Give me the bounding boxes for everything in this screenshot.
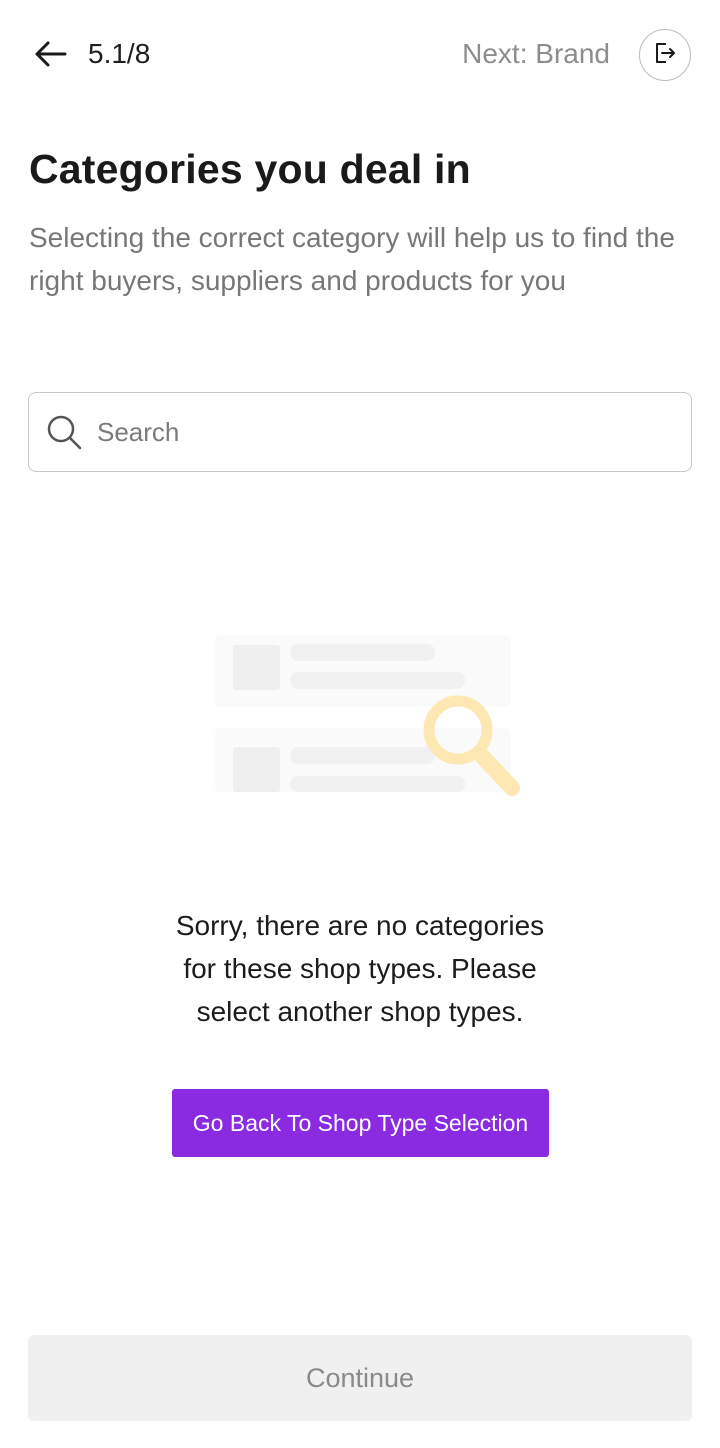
- go-back-to-shop-type-button[interactable]: Go Back To Shop Type Selection: [172, 1089, 549, 1157]
- exit-button[interactable]: [639, 29, 691, 81]
- search-icon: [45, 413, 83, 451]
- search-box[interactable]: [28, 392, 692, 472]
- continue-button[interactable]: Continue: [28, 1335, 692, 1421]
- exit-icon: [652, 40, 678, 71]
- empty-search-illustration: [210, 630, 530, 810]
- categories-page: 5.1/8 Next: Brand Categories you deal in…: [0, 0, 720, 1448]
- page-title: Categories you deal in: [29, 146, 471, 192]
- arrow-left-icon: [32, 39, 68, 74]
- search-input[interactable]: [97, 402, 691, 462]
- next-step-label: Next: Brand: [462, 38, 610, 69]
- header: 5.1/8 Next: Brand: [0, 0, 720, 110]
- page-subtitle: Selecting the correct category will help…: [29, 222, 675, 296]
- step-indicator: 5.1/8: [88, 38, 151, 69]
- back-button[interactable]: [28, 34, 72, 78]
- empty-state-message: Sorry, there are no categories for these…: [175, 910, 545, 1027]
